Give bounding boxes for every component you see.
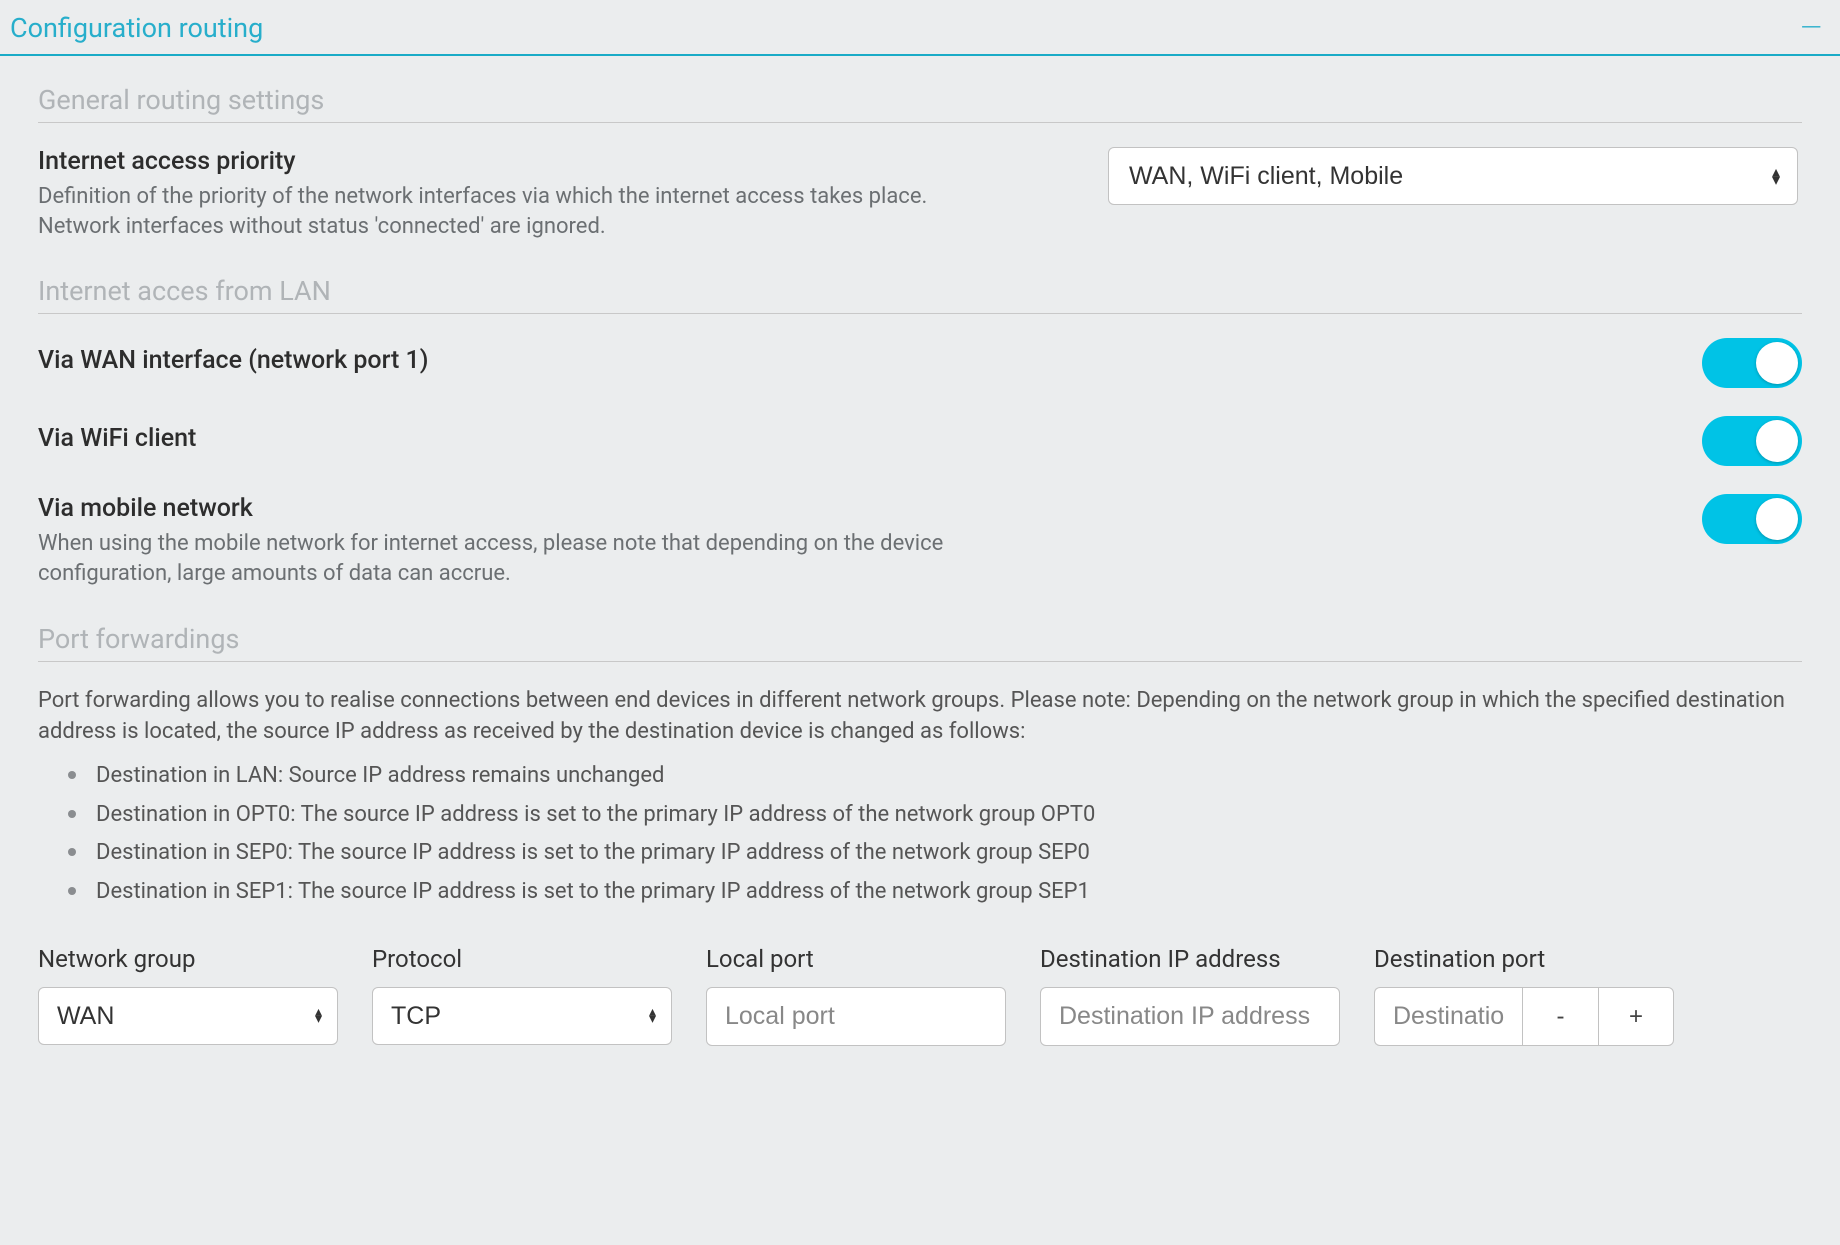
- pf-col-local-port: Local port: [706, 945, 1006, 1046]
- pf-note: Destination in OPT0: The source IP addre…: [96, 796, 1802, 835]
- pf-col-network-group: Network group WAN ▴▾: [38, 945, 338, 1046]
- internet-access-priority-row: Internet access priority Definition of t…: [38, 147, 1802, 241]
- destination-port-plus-button[interactable]: +: [1598, 987, 1674, 1046]
- protocol-label: Protocol: [372, 945, 672, 973]
- section-heading-general: General routing settings: [38, 84, 1802, 123]
- section-heading-port-forwardings: Port forwardings: [38, 623, 1802, 662]
- port-forwarding-form: Network group WAN ▴▾ Protocol TCP ▴▾: [38, 945, 1802, 1046]
- panel-title: Configuration routing: [10, 12, 263, 44]
- port-forwarding-notes: Destination in LAN: Source IP address re…: [38, 757, 1802, 911]
- internet-access-priority-label: Internet access priority: [38, 147, 1068, 176]
- via-mobile-help: When using the mobile network for intern…: [38, 529, 1008, 588]
- via-mobile-toggle[interactable]: [1702, 494, 1802, 544]
- pf-col-destination-ip: Destination IP address: [1040, 945, 1340, 1046]
- port-forwarding-description: Port forwarding allows you to realise co…: [38, 686, 1802, 748]
- toggle-knob: [1756, 420, 1798, 462]
- destination-port-stepper: - +: [1374, 987, 1674, 1046]
- pf-col-destination-port: Destination port - +: [1374, 945, 1674, 1046]
- setting-right: WAN, WiFi client, Mobile ▴▾: [1108, 147, 1802, 205]
- pf-col-protocol: Protocol TCP ▴▾: [372, 945, 672, 1046]
- destination-port-minus-button[interactable]: -: [1522, 987, 1598, 1046]
- via-wan-toggle[interactable]: [1702, 338, 1802, 388]
- protocol-select[interactable]: TCP: [372, 987, 672, 1045]
- toggle-knob: [1756, 342, 1798, 384]
- internet-access-priority-select-wrapper: WAN, WiFi client, Mobile ▴▾: [1108, 147, 1798, 205]
- via-wan-row: Via WAN interface (network port 1): [38, 338, 1802, 388]
- via-mobile-label: Via mobile network: [38, 494, 1662, 523]
- pf-note: Destination in LAN: Source IP address re…: [96, 757, 1802, 796]
- configuration-routing-panel: Configuration routing — General routing …: [0, 0, 1840, 1066]
- pf-note: Destination in SEP1: The source IP addre…: [96, 873, 1802, 912]
- pf-note: Destination in SEP0: The source IP addre…: [96, 834, 1802, 873]
- setting-left: Internet access priority Definition of t…: [38, 147, 1108, 241]
- via-wifi-label: Via WiFi client: [38, 424, 1662, 453]
- via-wifi-toggle[interactable]: [1702, 416, 1802, 466]
- via-mobile-row: Via mobile network When using the mobile…: [38, 494, 1802, 588]
- panel-body: General routing settings Internet access…: [0, 56, 1840, 1066]
- internet-access-priority-help: Definition of the priority of the networ…: [38, 182, 1008, 241]
- panel-header: Configuration routing —: [0, 0, 1840, 56]
- destination-ip-label: Destination IP address: [1040, 945, 1340, 973]
- internet-access-priority-select[interactable]: WAN, WiFi client, Mobile: [1108, 147, 1798, 205]
- toggle-knob: [1756, 498, 1798, 540]
- local-port-label: Local port: [706, 945, 1006, 973]
- via-wifi-row: Via WiFi client: [38, 416, 1802, 466]
- network-group-label: Network group: [38, 945, 338, 973]
- collapse-icon[interactable]: —: [1800, 14, 1830, 42]
- section-heading-lan-access: Internet acces from LAN: [38, 275, 1802, 314]
- destination-port-input[interactable]: [1374, 987, 1522, 1046]
- destination-port-label: Destination port: [1374, 945, 1674, 973]
- network-group-select[interactable]: WAN: [38, 987, 338, 1045]
- local-port-input[interactable]: [706, 987, 1006, 1046]
- lan-access-toggles: Via WAN interface (network port 1) Via W…: [38, 338, 1802, 588]
- destination-ip-input[interactable]: [1040, 987, 1340, 1046]
- via-wan-label: Via WAN interface (network port 1): [38, 346, 1662, 375]
